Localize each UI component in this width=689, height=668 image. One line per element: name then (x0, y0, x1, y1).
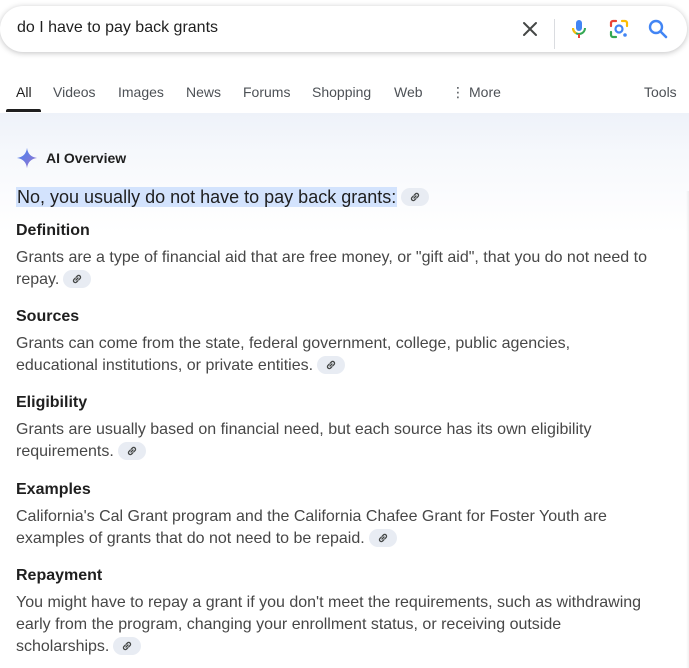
tab-shopping[interactable]: Shopping (312, 84, 371, 100)
link-icon[interactable] (63, 269, 92, 288)
close-icon[interactable] (518, 17, 542, 41)
section-title: Repayment (16, 567, 103, 584)
tab-all[interactable]: All (16, 84, 32, 100)
section-examples: Examples California's Cal Grant program … (16, 480, 656, 550)
active-tab-indicator (6, 109, 41, 112)
ai-overview: AI Overview No, you usually do not have … (0, 113, 689, 668)
section-body: Grants can come from the state, federal … (16, 333, 656, 377)
search-input[interactable]: do I have to pay back grants (17, 19, 218, 37)
microphone-icon[interactable] (567, 17, 591, 41)
section-eligibility: Eligibility Grants are usually based on … (16, 393, 656, 463)
section-sources: Sources Grants can come from the state, … (16, 307, 656, 377)
tab-forums[interactable]: Forums (243, 84, 290, 100)
more-vert-icon: ⋮ (451, 84, 465, 100)
link-icon[interactable] (368, 528, 397, 547)
ai-overview-title: AI Overview (46, 150, 127, 166)
ai-overview-header: AI Overview (16, 147, 126, 169)
section-repayment: Repayment You might have to repay a gran… (16, 566, 656, 658)
tab-news[interactable]: News (186, 84, 221, 100)
section-body-text: Grants are usually based on financial ne… (16, 421, 592, 460)
overview-lead: No, you usually do not have to pay back … (16, 186, 430, 208)
section-title: Sources (16, 308, 80, 325)
section-body-text: You might have to repay a grant if you d… (16, 594, 642, 655)
tab-videos[interactable]: Videos (53, 84, 96, 100)
link-icon[interactable] (317, 355, 346, 374)
tools-button[interactable]: Tools (644, 84, 677, 100)
link-icon[interactable] (401, 188, 430, 207)
section-title: Examples (16, 481, 91, 498)
tab-images[interactable]: Images (118, 84, 164, 100)
sparkle-icon (16, 147, 38, 169)
link-icon[interactable] (117, 441, 146, 460)
section-body: Grants are usually based on financial ne… (16, 419, 656, 463)
tab-more-label: More (469, 84, 501, 100)
google-lens-icon[interactable] (607, 17, 631, 41)
section-body: California's Cal Grant program and the C… (16, 506, 656, 550)
section-body: You might have to repay a grant if you d… (16, 592, 656, 658)
tab-web[interactable]: Web (394, 84, 423, 100)
section-body-text: Grants can come from the state, federal … (16, 335, 571, 374)
section-definition: Definition Grants are a type of financia… (16, 221, 656, 291)
section-title: Definition (16, 222, 90, 239)
tab-more[interactable]: ⋮ More (451, 84, 501, 101)
search-bar[interactable]: do I have to pay back grants (0, 6, 687, 52)
search-bar-divider (554, 19, 555, 49)
link-icon[interactable] (113, 636, 142, 655)
section-body-text: California's Cal Grant program and the C… (16, 508, 607, 547)
overview-lead-text: No, you usually do not have to pay back … (16, 187, 398, 207)
section-body-text: Grants are a type of financial aid that … (16, 249, 647, 288)
section-title: Eligibility (16, 394, 88, 411)
search-tabs: All Videos Images News Forums Shopping W… (0, 74, 689, 114)
section-body: Grants are a type of financial aid that … (16, 247, 656, 291)
search-results-page: do I have to pay back grants All Videos … (0, 0, 689, 668)
search-icon[interactable] (646, 17, 670, 41)
